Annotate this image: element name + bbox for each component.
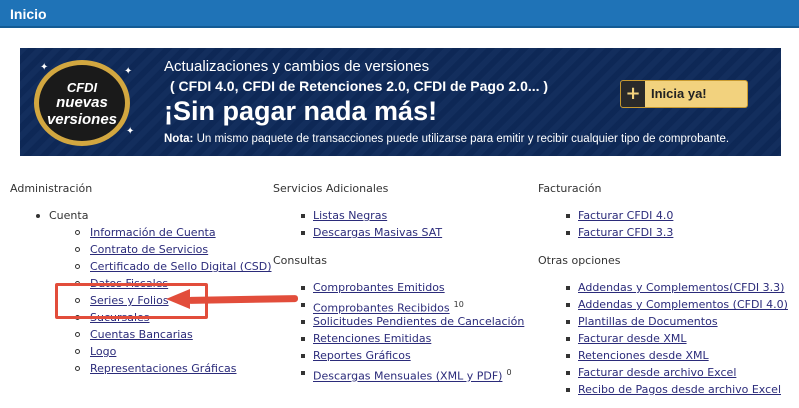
link-certificado-sello[interactable]: Certificado de Sello Digital (CSD)	[90, 258, 272, 275]
note-text: Un mismo paquete de transacciones puede …	[193, 133, 730, 145]
recibidos-row: Comprobantes Recibidos 10	[313, 296, 464, 315]
servicios-heading: Servicios Adicionales	[273, 182, 389, 195]
cfdi-badge: ✦ ✦ ✦ CFDI nuevas versiones	[26, 56, 146, 150]
link-reportes-graficos[interactable]: Reportes Gráficos	[313, 347, 411, 364]
bullet	[301, 286, 305, 290]
link-retenciones-xml[interactable]: Retenciones desde XML	[578, 347, 709, 364]
bullet	[566, 337, 570, 341]
link-retenciones-emitidas[interactable]: Retenciones Emitidas	[313, 330, 431, 347]
sparkle-icon: ✦	[40, 62, 49, 73]
bullet	[75, 332, 80, 337]
bullet	[301, 371, 305, 375]
link-addendas-33[interactable]: Addendas y Complementos(CFDI 3.3)	[578, 279, 784, 296]
bullet	[75, 264, 80, 269]
link-facturar-xml[interactable]: Facturar desde XML	[578, 330, 687, 347]
bullet	[566, 354, 570, 358]
bullet	[566, 286, 570, 290]
banner-headline: Actualizaciones y cambios de versiones	[164, 58, 430, 75]
recibidos-count: 10	[453, 300, 464, 309]
badge-text: versiones	[46, 111, 118, 128]
link-contrato-servicios[interactable]: Contrato de Servicios	[90, 241, 208, 258]
bullet	[75, 366, 80, 371]
bullet	[566, 320, 570, 324]
annotation-arrow	[187, 295, 299, 304]
cuenta-group-label: Cuenta	[49, 209, 89, 222]
mensuales-row: Descargas Mensuales (XML y PDF) 0	[313, 364, 512, 383]
bullet	[75, 247, 80, 252]
badge-text: CFDI	[66, 80, 98, 95]
page-header: Inicio	[0, 0, 799, 28]
link-listas-negras[interactable]: Listas Negras	[313, 207, 387, 224]
otras-heading: Otras opciones	[538, 254, 621, 267]
link-facturar-cfdi-33[interactable]: Facturar CFDI 3.3	[578, 224, 673, 241]
mensuales-count: 0	[506, 368, 512, 377]
link-descargas-mensuales[interactable]: Descargas Mensuales (XML y PDF)	[313, 370, 502, 383]
consultas-heading: Consultas	[273, 254, 327, 267]
bullet	[566, 214, 570, 218]
link-facturar-excel[interactable]: Facturar desde archivo Excel	[578, 364, 736, 381]
bullet	[301, 337, 305, 341]
bullet	[566, 371, 570, 375]
start-now-button[interactable]: + Inicia ya!	[620, 80, 748, 108]
bullet	[566, 303, 570, 307]
bullet	[75, 349, 80, 354]
link-representaciones-graficas[interactable]: Representaciones Gráficas	[90, 360, 237, 377]
sparkle-icon: ✦	[124, 66, 133, 77]
bullet	[301, 354, 305, 358]
banner-slogan: ¡Sin pagar nada más!	[164, 96, 438, 126]
link-plantillas-documentos[interactable]: Plantillas de Documentos	[578, 313, 718, 330]
link-facturar-cfdi-40[interactable]: Facturar CFDI 4.0	[578, 207, 673, 224]
badge-text: nuevas	[56, 94, 108, 111]
link-cuentas-bancarias[interactable]: Cuentas Bancarias	[90, 326, 193, 343]
promo-banner[interactable]: ✦ ✦ ✦ CFDI nuevas versiones Actualizacio…	[20, 48, 781, 156]
start-now-label: Inicia ya!	[651, 86, 707, 101]
bullet	[301, 320, 305, 324]
bullet	[301, 231, 305, 235]
link-descargas-masivas[interactable]: Descargas Masivas SAT	[313, 224, 442, 241]
plus-icon: +	[621, 81, 645, 107]
note-label: Nota:	[164, 133, 194, 145]
bullet	[301, 214, 305, 218]
link-logo[interactable]: Logo	[90, 343, 116, 360]
arrow-head-icon	[166, 289, 190, 309]
bullet	[75, 230, 80, 235]
banner-note: Nota: Un mismo paquete de transacciones …	[164, 133, 729, 145]
admin-heading: Administración	[10, 182, 93, 195]
bullet	[566, 231, 570, 235]
bullet	[301, 303, 305, 307]
page-title: Inicio	[10, 6, 47, 22]
link-addendas-40[interactable]: Addendas y Complementos (CFDI 4.0)	[578, 296, 788, 313]
link-recibo-pagos-excel[interactable]: Recibo de Pagos desde archivo Excel	[578, 381, 781, 398]
banner-versions: ( CFDI 4.0, CFDI de Retenciones 2.0, CFD…	[170, 78, 549, 94]
facturacion-heading: Facturación	[538, 182, 602, 195]
bullet	[566, 388, 570, 392]
link-comprobantes-emitidos[interactable]: Comprobantes Emitidos	[313, 279, 445, 296]
link-informacion-cuenta[interactable]: Información de Cuenta	[90, 224, 216, 241]
bullet	[36, 214, 40, 218]
link-solicitudes-cancelacion[interactable]: Solicitudes Pendientes de Cancelación	[313, 313, 524, 330]
